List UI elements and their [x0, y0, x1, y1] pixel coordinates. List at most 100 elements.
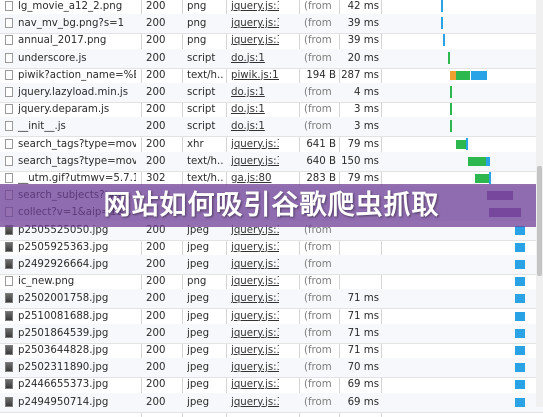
waterfall-cell[interactable]	[383, 393, 543, 412]
waterfall-cell[interactable]	[383, 238, 543, 257]
request-status: 200	[146, 293, 166, 305]
waterfall-bar	[462, 70, 470, 80]
request-status: 200	[146, 362, 166, 374]
waterfall-cell[interactable]	[383, 66, 543, 85]
waterfall-cell[interactable]	[383, 135, 543, 154]
request-type: text/h...	[187, 155, 223, 167]
request-size: (from ...	[304, 327, 336, 339]
request-time	[341, 272, 379, 291]
request-time: 71 ms	[347, 293, 379, 305]
request-status: 200	[146, 104, 166, 116]
request-type: text/h...	[187, 69, 223, 81]
request-time: 69 ms	[347, 379, 379, 391]
request-name: p2503644828.jpg	[18, 345, 109, 356]
request-initiator[interactable]: jquery.js:3	[231, 358, 279, 377]
image-icon	[5, 310, 13, 321]
image-icon	[5, 327, 13, 338]
waterfall-cell[interactable]	[383, 255, 543, 274]
request-initiator[interactable]: jquery.js:3	[231, 272, 279, 291]
request-size: 641 B	[306, 138, 336, 150]
request-name: jquery.deparam.js	[18, 104, 110, 116]
waterfall-bar	[475, 174, 489, 183]
request-type: jpeg	[187, 396, 210, 408]
request-status: 200	[146, 396, 166, 408]
waterfall-cell[interactable]	[383, 341, 543, 360]
request-initiator[interactable]: piwik.js:10	[231, 66, 279, 85]
file-icon	[5, 276, 13, 287]
request-initiator[interactable]: jquery.js:3	[231, 238, 279, 257]
request-initiator[interactable]: jquery.js:3	[231, 324, 279, 343]
waterfall-bar	[515, 328, 525, 338]
file-icon	[5, 138, 13, 149]
request-type: script	[187, 87, 216, 98]
request-status: 200	[146, 310, 166, 322]
request-time	[341, 238, 379, 257]
waterfall-cell[interactable]	[383, 14, 543, 33]
request-initiator[interactable]: jquery.js:3	[231, 152, 279, 171]
waterfall-cell[interactable]	[383, 375, 543, 394]
request-initiator[interactable]: do.js:1	[231, 100, 279, 119]
waterfall-cell[interactable]	[383, 117, 543, 136]
file-icon	[5, 18, 13, 29]
request-name: p2501864539.jpg	[18, 327, 109, 339]
waterfall-bar	[450, 120, 452, 133]
request-initiator[interactable]: jquery.js:3	[231, 375, 279, 394]
request-initiator[interactable]: jquery.js:3	[231, 31, 279, 50]
request-type: script	[187, 121, 216, 133]
request-time: 4 ms	[354, 87, 379, 98]
waterfall-cell[interactable]	[383, 289, 543, 308]
request-time: 20 ms	[347, 52, 379, 64]
request-type: script	[187, 104, 216, 116]
waterfall-cell[interactable]	[383, 272, 543, 291]
waterfall-cell[interactable]	[383, 49, 543, 68]
request-size: (from ...	[304, 293, 336, 305]
request-initiator[interactable]: do.js:1	[231, 117, 279, 136]
request-name: __init__.js	[18, 121, 66, 133]
waterfall-bar	[448, 51, 450, 64]
request-name: p2510081688.jpg	[18, 310, 109, 322]
request-type: jpeg	[187, 379, 210, 391]
request-time: 70 ms	[347, 362, 379, 374]
request-initiator[interactable]: jquery.js:3	[231, 14, 279, 33]
request-name: jquery.lazyload.min.js	[18, 87, 129, 98]
waterfall-cell[interactable]	[383, 31, 543, 50]
waterfall-cell[interactable]	[383, 83, 543, 102]
request-status: 200	[146, 35, 166, 47]
request-time: 287 ms	[341, 69, 379, 81]
waterfall-cell[interactable]	[383, 324, 543, 343]
image-icon	[5, 345, 13, 355]
image-icon	[5, 362, 13, 373]
request-initiator[interactable]: do.js:1	[231, 49, 279, 68]
request-initiator[interactable]: jquery.js:3	[231, 341, 279, 360]
request-size: (from ...	[304, 396, 336, 408]
request-status: 200	[146, 345, 166, 356]
waterfall-bar	[489, 172, 491, 184]
request-initiator[interactable]: jquery.js:3	[231, 307, 279, 326]
waterfall-bar	[441, 17, 443, 30]
request-name: ic_new.png	[18, 276, 75, 288]
scrollbar-thumb[interactable]	[537, 166, 542, 276]
waterfall-bar	[515, 346, 525, 355]
request-type: jpeg	[187, 310, 210, 322]
request-row[interactable]: p2494950714.jpg 200 jpeg jquery.js:3 (from .…	[0, 392, 543, 413]
waterfall-cell[interactable]	[383, 307, 543, 326]
request-initiator[interactable]: jquery.js:3	[231, 255, 279, 274]
image-icon	[5, 379, 13, 390]
request-type: jpeg	[187, 327, 210, 339]
waterfall-bar	[515, 277, 525, 287]
waterfall-cell[interactable]	[383, 100, 543, 119]
waterfall-cell[interactable]	[383, 152, 543, 171]
request-name: p2502311890.jpg	[18, 362, 109, 374]
request-initiator[interactable]: jquery.js:3	[231, 289, 279, 308]
file-icon	[5, 69, 13, 80]
image-icon	[5, 293, 13, 304]
image-icon	[5, 259, 13, 269]
waterfall-bar	[515, 363, 525, 373]
request-name: annual_2017.png	[18, 35, 107, 47]
request-initiator[interactable]: do.js:1	[231, 83, 279, 102]
waterfall-cell[interactable]	[383, 358, 543, 377]
request-initiator[interactable]: jquery.js:3	[231, 135, 279, 154]
file-icon	[5, 35, 13, 46]
request-status: 200	[146, 379, 166, 391]
request-initiator[interactable]: jquery.js:3	[231, 393, 279, 412]
